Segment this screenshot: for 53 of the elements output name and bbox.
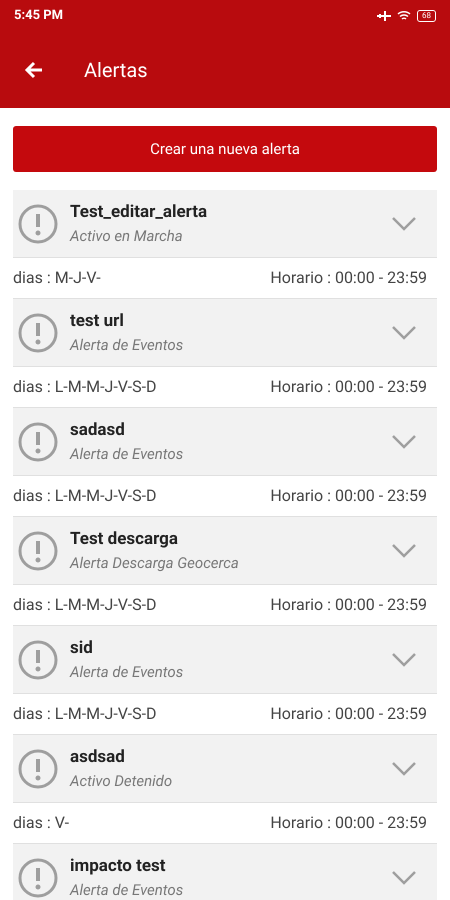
alert-name: Test_editar_alerta	[70, 200, 208, 224]
status-time: 5:45 PM	[14, 7, 64, 26]
alert-name: asdsad	[70, 746, 126, 768]
alert-days: dias : L-M-M-J-V-S-D	[13, 593, 156, 617]
alert-days: dias : L-M-M-J-V-S-D	[13, 375, 156, 399]
alert-schedule: Horario : 00:00 - 23:59	[270, 812, 427, 834]
battery-icon: 68	[417, 10, 436, 22]
alert-icon	[17, 202, 59, 244]
alert-icon	[17, 856, 59, 898]
alert-card[interactable]: asdsad Activo Detenido	[13, 735, 437, 803]
alert-card[interactable]: test url Alerta de Eventos	[13, 299, 437, 367]
alert-type: Activo en Marcha	[70, 226, 184, 247]
airplane-icon	[377, 10, 391, 22]
alert-type: Alerta de Eventos	[70, 444, 184, 465]
alert-days: dias : V-	[13, 811, 70, 835]
alert-schedule: Horario : 00:00 - 23:59	[270, 594, 427, 616]
alert-schedule: Horario : 00:00 - 23:59	[270, 376, 427, 398]
create-alert-button[interactable]: Crear una nueva alerta	[13, 126, 437, 172]
alert-schedule: Horario : 00:00 - 23:59	[270, 703, 427, 725]
alert-type: Alerta de Eventos	[70, 335, 184, 356]
alert-type: Alerta de Eventos	[70, 880, 184, 900]
alert-name: sadasd	[70, 418, 126, 442]
chevron-down-icon[interactable]	[391, 542, 417, 558]
wifi-icon	[397, 10, 411, 22]
alert-name: Test descarga	[70, 528, 179, 550]
alert-days: dias : M-J-V-	[13, 266, 101, 290]
page-title: Alertas	[84, 57, 148, 84]
alert-schedule: Horario : 00:00 - 23:59	[270, 485, 427, 507]
chevron-down-icon[interactable]	[391, 652, 417, 668]
alert-card[interactable]: sid Alerta de Eventos	[13, 626, 437, 694]
alert-name: test url	[70, 310, 125, 332]
alert-card[interactable]: impacto test Alerta de Eventos	[13, 844, 437, 900]
alert-name: impacto test	[70, 854, 167, 878]
chevron-down-icon[interactable]	[391, 434, 417, 450]
alert-card[interactable]: Test_editar_alerta Activo en Marcha	[13, 190, 437, 258]
alert-schedule: Horario : 00:00 - 23:59	[270, 267, 427, 289]
alert-type: Alerta de Eventos	[70, 662, 184, 683]
chevron-down-icon[interactable]	[391, 870, 417, 886]
chevron-down-icon[interactable]	[391, 216, 417, 232]
alert-card[interactable]: sadasd Alerta de Eventos	[13, 408, 437, 476]
alert-icon	[17, 530, 59, 572]
alert-type: Alerta Descarga Geocerca	[70, 553, 240, 574]
alert-type: Activo Detenido	[70, 771, 174, 792]
alert-icon	[17, 312, 59, 354]
alert-card[interactable]: Test descarga Alerta Descarga Geocerca	[13, 517, 437, 585]
chevron-down-icon[interactable]	[391, 324, 417, 340]
alert-icon	[17, 748, 59, 790]
alert-icon	[17, 420, 59, 462]
alert-days: dias : L-M-M-J-V-S-D	[13, 484, 156, 508]
alert-name: sid	[70, 636, 94, 660]
alert-days: dias : L-M-M-J-V-S-D	[13, 702, 156, 726]
alert-icon	[17, 638, 59, 680]
chevron-down-icon[interactable]	[391, 760, 417, 776]
